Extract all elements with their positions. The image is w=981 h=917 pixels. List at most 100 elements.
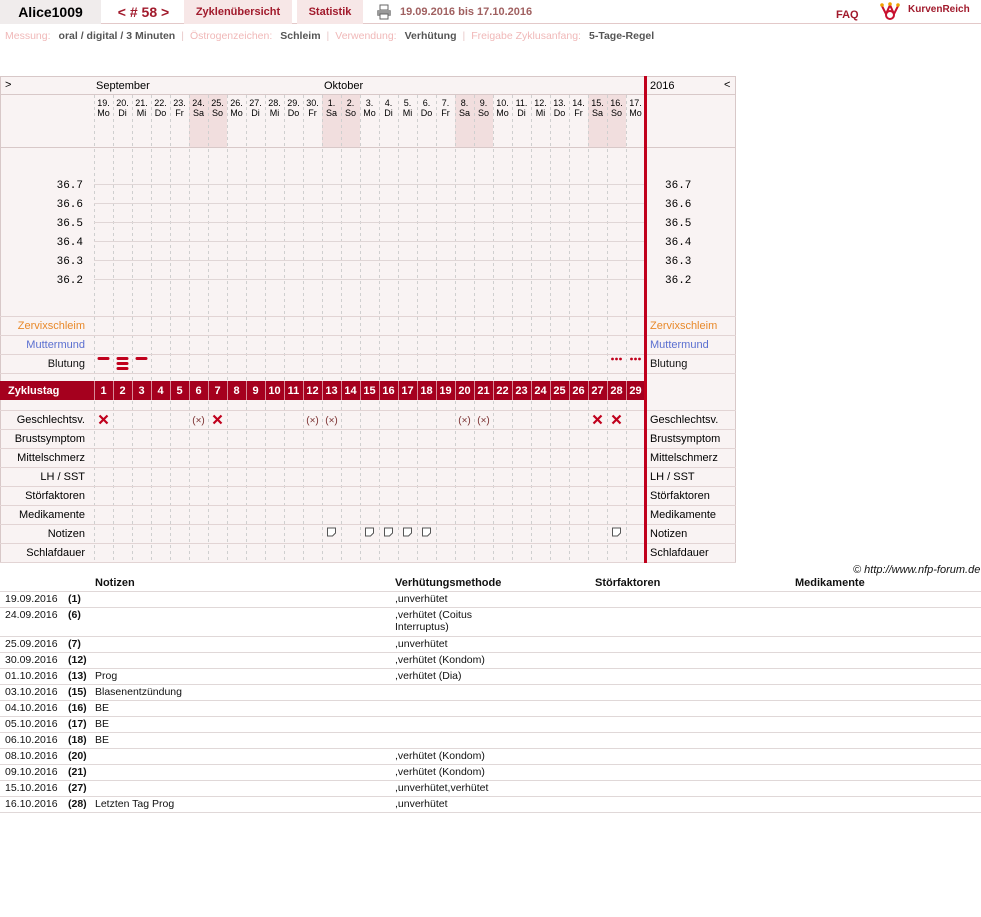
day-date: 12.	[534, 98, 547, 108]
nav-prev: >	[5, 79, 11, 91]
day-date: 11.	[516, 98, 528, 108]
cell-method: ,unverhütet	[395, 798, 448, 810]
tab-cycle-overview[interactable]: Zyklenübersicht	[184, 0, 292, 24]
cycle-day-number: 21	[477, 385, 489, 397]
day-date: 22.	[154, 98, 167, 108]
table-row: 05.10.2016 (17) BE	[0, 716, 981, 732]
cycle-day-number: 4	[157, 385, 164, 397]
cycle-day-number: 5	[176, 385, 182, 397]
year-label: 2016	[650, 80, 674, 92]
day-weekday: Mi	[137, 108, 147, 118]
cell-cycle-day: (18)	[68, 734, 87, 746]
cell-cycle-day: (20)	[68, 750, 87, 762]
bleeding-mark	[97, 357, 110, 360]
protected-intercourse-icon: (×)	[325, 416, 338, 427]
cell-cycle-day: (16)	[68, 702, 87, 714]
bleeding-mark	[135, 357, 148, 360]
bleeding-spotting	[630, 357, 633, 361]
day-weekday: Sa	[326, 108, 337, 118]
tab-statistics[interactable]: Statistik	[297, 0, 363, 24]
table-row: 16.10.2016 (28) Letzten Tag Prog ,unverhüte…	[0, 796, 981, 812]
day-date: 9.	[480, 98, 488, 108]
cell-cycle-day: (12)	[68, 654, 87, 666]
day-weekday: Do	[155, 108, 167, 118]
cell-date: 15.10.2016	[5, 782, 58, 794]
day-date: 24.	[192, 98, 205, 108]
cycle-day-label: Zyklustag	[8, 385, 59, 397]
day-weekday: Mo	[363, 108, 376, 118]
cell-date: 24.09.2016	[5, 609, 58, 621]
bleeding-spotting	[634, 357, 637, 361]
table-row: 08.10.2016 (20) ,verhütet (Kondom)	[0, 748, 981, 764]
cycle-day-number: 3	[138, 385, 144, 397]
temp-tick-left: 36.2	[57, 275, 83, 287]
row-label-right: Notizen	[650, 528, 687, 540]
day-date: 29.	[287, 98, 300, 108]
note-icon	[384, 527, 393, 537]
cycle-day-number: 28	[610, 385, 622, 397]
nav-next: <	[724, 79, 730, 91]
cycle-chart: > <September Oktober 201619.Mo20.Di21.Mi22.…	[0, 76, 736, 563]
cycle-day-number: 22	[496, 385, 508, 397]
cycle-day-number: 9	[252, 385, 258, 397]
cell-date: 05.10.2016	[5, 718, 58, 730]
setting-value: 5-Tage-Regel	[588, 30, 655, 42]
day-weekday: Mi	[536, 108, 546, 118]
separator: |	[462, 30, 466, 42]
col-header-disturbances: Störfaktoren	[595, 577, 661, 589]
cell-method: ,verhütet (Kondom)	[395, 766, 485, 778]
brand-logo[interactable]: KurvenReich	[908, 0, 970, 22]
cycle-day-number: 1	[100, 385, 106, 397]
date-range: 19.09.2016 bis 17.10.2016	[400, 6, 533, 18]
setting-value: Schleim	[280, 30, 321, 42]
day-weekday: Do	[421, 108, 433, 118]
bleeding-spotting	[638, 357, 641, 361]
day-date: 13.	[553, 98, 566, 108]
day-date: 16.	[610, 98, 623, 108]
day-weekday: Fr	[441, 108, 450, 118]
row-label-left: Blutung	[48, 358, 85, 370]
day-date: 1.	[328, 98, 336, 108]
day-weekday: Sa	[459, 108, 470, 118]
bleeding-spotting	[611, 357, 614, 361]
day-date: 26.	[230, 98, 243, 108]
day-weekday: Do	[288, 108, 300, 118]
table-row: 30.09.2016 (12) ,verhütet (Kondom)	[0, 652, 981, 668]
cell-method: ,unverhütet	[395, 593, 448, 605]
faq-link[interactable]: FAQ	[836, 3, 859, 27]
table-row: 19.09.2016 (1) ,unverhütet	[0, 591, 981, 607]
cell-date: 25.09.2016	[5, 638, 58, 650]
cell-date: 16.10.2016	[5, 798, 58, 810]
day-weekday: Mi	[270, 108, 280, 118]
cycle-day-number: 7	[214, 385, 220, 397]
bleeding-mark	[116, 367, 129, 370]
day-weekday: So	[611, 108, 622, 118]
protected-intercourse-icon: (×)	[458, 416, 471, 427]
cycle-day-number: 10	[268, 385, 280, 397]
day-date: 7.	[442, 98, 450, 108]
row-label-right: Störfaktoren	[650, 490, 710, 502]
col-header-notes: Notizen	[95, 577, 135, 589]
row-label-right: Geschlechtsv.	[650, 414, 718, 426]
cycle-day-number: 25	[553, 385, 565, 397]
day-weekday: Sa	[592, 108, 603, 118]
note-icon	[612, 527, 621, 537]
day-weekday: Mo	[230, 108, 243, 118]
day-date: 15.	[591, 98, 604, 108]
table-row: 04.10.2016 (16) BE	[0, 700, 981, 716]
cycle-day-number: 26	[572, 385, 584, 397]
temp-tick-right: 36.6	[665, 199, 691, 211]
current-day-divider	[644, 76, 647, 563]
cycle-day-number: 24	[534, 385, 547, 397]
printer-icon[interactable]	[376, 4, 392, 20]
table-end-line	[0, 812, 981, 813]
separator: |	[326, 30, 330, 42]
cell-cycle-day: (13)	[68, 670, 87, 682]
cell-cycle-day: (6)	[68, 609, 81, 621]
cycle-navigator[interactable]: < # 58 >	[107, 0, 180, 24]
day-weekday: So	[345, 108, 356, 118]
cell-cycle-day: (1)	[68, 593, 81, 605]
top-bar: Alice1009 < # 58 > Zyklenübersicht Stati…	[0, 0, 981, 24]
setting-label: Freigabe Zyklusanfang:	[471, 30, 581, 42]
protected-intercourse-icon: (×)	[306, 416, 319, 427]
